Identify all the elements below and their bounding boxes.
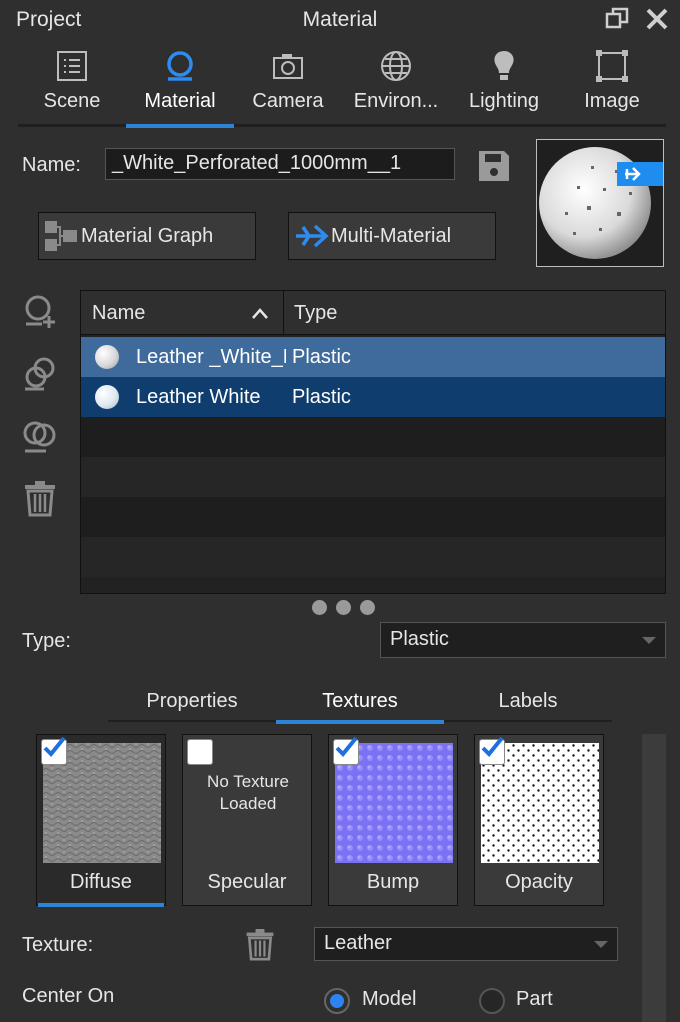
- texture-slot-opacity[interactable]: Opacity: [474, 734, 604, 906]
- center-on-part-radio[interactable]: [479, 988, 505, 1014]
- list-icon: [57, 51, 87, 81]
- checkmark-icon: [481, 736, 504, 757]
- multi-material-button[interactable]: Multi-Material: [288, 212, 496, 260]
- selected-slot-indicator: [38, 903, 164, 907]
- texture-select[interactable]: Leather: [314, 927, 618, 961]
- active-tab-indicator: [126, 124, 234, 128]
- column-divider: [283, 291, 284, 335]
- diffuse-label: Diffuse: [70, 871, 132, 893]
- material-graph-label: Material Graph: [81, 224, 214, 247]
- chevron-down-icon: [594, 941, 608, 948]
- no-texture-text: No Texture Loaded: [207, 772, 289, 813]
- window-title: Material: [302, 8, 378, 31]
- splitter-dot[interactable]: [312, 600, 327, 615]
- empty-row: [81, 457, 665, 497]
- material-sphere-thumbnail: [95, 345, 119, 369]
- scrollbar[interactable]: [642, 734, 666, 1022]
- active-sub-tab-indicator: [276, 720, 444, 724]
- tab-label: Environ...: [353, 90, 439, 112]
- checkmark-icon: [43, 736, 66, 757]
- tab-label: Material: [144, 90, 216, 112]
- chevron-down-icon: [642, 637, 656, 644]
- material-sphere-thumbnail: [95, 385, 119, 409]
- center-on-label: Center On: [22, 985, 115, 1007]
- main-tabs: Scene Material Camera Environ... Lightin…: [18, 46, 666, 128]
- tab-material[interactable]: Material: [126, 46, 234, 128]
- tab-label: Scene: [43, 90, 101, 112]
- center-on-model-radio[interactable]: [324, 988, 350, 1014]
- graph-nodes-icon: [45, 221, 77, 251]
- material-type-select[interactable]: Plastic: [380, 622, 666, 658]
- tab-labels[interactable]: Labels: [444, 690, 612, 713]
- restore-window-icon[interactable]: [604, 6, 630, 37]
- specular-label: Specular: [207, 871, 287, 893]
- tab-divider: [18, 124, 666, 127]
- tab-image[interactable]: Image: [558, 46, 666, 128]
- material-type-cell: Plastic: [292, 386, 351, 408]
- texture-label: Texture:: [22, 934, 94, 956]
- tab-textures[interactable]: Textures: [276, 690, 444, 713]
- empty-row: [81, 537, 665, 577]
- column-header-name[interactable]: Name: [92, 291, 145, 335]
- tab-scene[interactable]: Scene: [18, 46, 126, 128]
- part-radio-label[interactable]: Part: [516, 988, 553, 1011]
- material-graph-button[interactable]: Material Graph: [38, 212, 256, 260]
- close-icon[interactable]: [644, 6, 670, 37]
- checkmark-icon: [335, 736, 358, 757]
- duplicate-material-icon[interactable]: [22, 356, 58, 397]
- trash-icon[interactable]: [244, 928, 276, 967]
- bump-checkbox[interactable]: [333, 736, 359, 765]
- multi-material-icon: [296, 224, 329, 248]
- empty-row: [81, 497, 665, 537]
- diffuse-checkbox[interactable]: [41, 736, 67, 765]
- multi-material-label: Multi-Material: [331, 224, 452, 247]
- table-row[interactable]: Leather _White_Perforated_1000mm__1 Plas…: [81, 337, 665, 377]
- save-icon[interactable]: [476, 148, 512, 189]
- add-material-icon[interactable]: [22, 294, 58, 335]
- tab-label: Camera: [252, 90, 324, 112]
- tab-label: Lighting: [468, 90, 540, 112]
- merge-materials-icon[interactable]: [22, 418, 58, 459]
- camera-icon: [273, 54, 303, 79]
- tab-camera[interactable]: Camera: [234, 46, 342, 128]
- light-bulb-icon: [494, 51, 514, 80]
- specular-checkbox[interactable]: [187, 739, 213, 765]
- type-label: Type:: [22, 630, 71, 652]
- material-type-value: Plastic: [390, 628, 449, 650]
- trash-icon[interactable]: [22, 480, 58, 523]
- material-name-cell: Leather White: [136, 386, 261, 408]
- model-radio-label[interactable]: Model: [362, 988, 416, 1011]
- image-frame-icon: [596, 50, 628, 82]
- sort-ascending-icon[interactable]: [251, 306, 269, 320]
- texture-slot-diffuse[interactable]: Diffuse: [36, 734, 166, 906]
- globe-icon: [381, 51, 411, 81]
- opacity-checkbox[interactable]: [479, 736, 505, 765]
- splitter-dot[interactable]: [336, 600, 351, 615]
- tab-environment[interactable]: Environ...: [342, 46, 450, 128]
- list-header: Name Type: [81, 291, 665, 335]
- material-type-cell: Plastic: [292, 346, 351, 368]
- tab-properties[interactable]: Properties: [108, 690, 276, 713]
- material-name-cell: Leather _White_Perforated_1000mm__1: [136, 346, 286, 368]
- texture-select-value: Leather: [324, 932, 392, 954]
- material-preview[interactable]: [536, 139, 664, 267]
- tab-lighting[interactable]: Lighting: [450, 46, 558, 128]
- window-controls: [604, 6, 670, 37]
- texture-slot-bump[interactable]: Bump: [328, 734, 458, 906]
- material-sphere-icon: [167, 51, 193, 81]
- tab-label: Image: [584, 90, 640, 112]
- texture-slot-specular[interactable]: No Texture Loaded Specular: [182, 734, 312, 906]
- empty-row: [81, 417, 665, 457]
- opacity-label: Opacity: [505, 871, 573, 893]
- splitter-dot[interactable]: [360, 600, 375, 615]
- material-list: Name Type Leather _White_Perforated_1000…: [80, 290, 666, 594]
- material-name-input[interactable]: _White_Perforated_1000mm__1: [105, 148, 455, 180]
- table-row[interactable]: Leather White Plastic: [81, 377, 665, 417]
- name-label: Name:: [22, 154, 81, 176]
- bump-label: Bump: [366, 871, 420, 893]
- column-header-type[interactable]: Type: [294, 291, 337, 335]
